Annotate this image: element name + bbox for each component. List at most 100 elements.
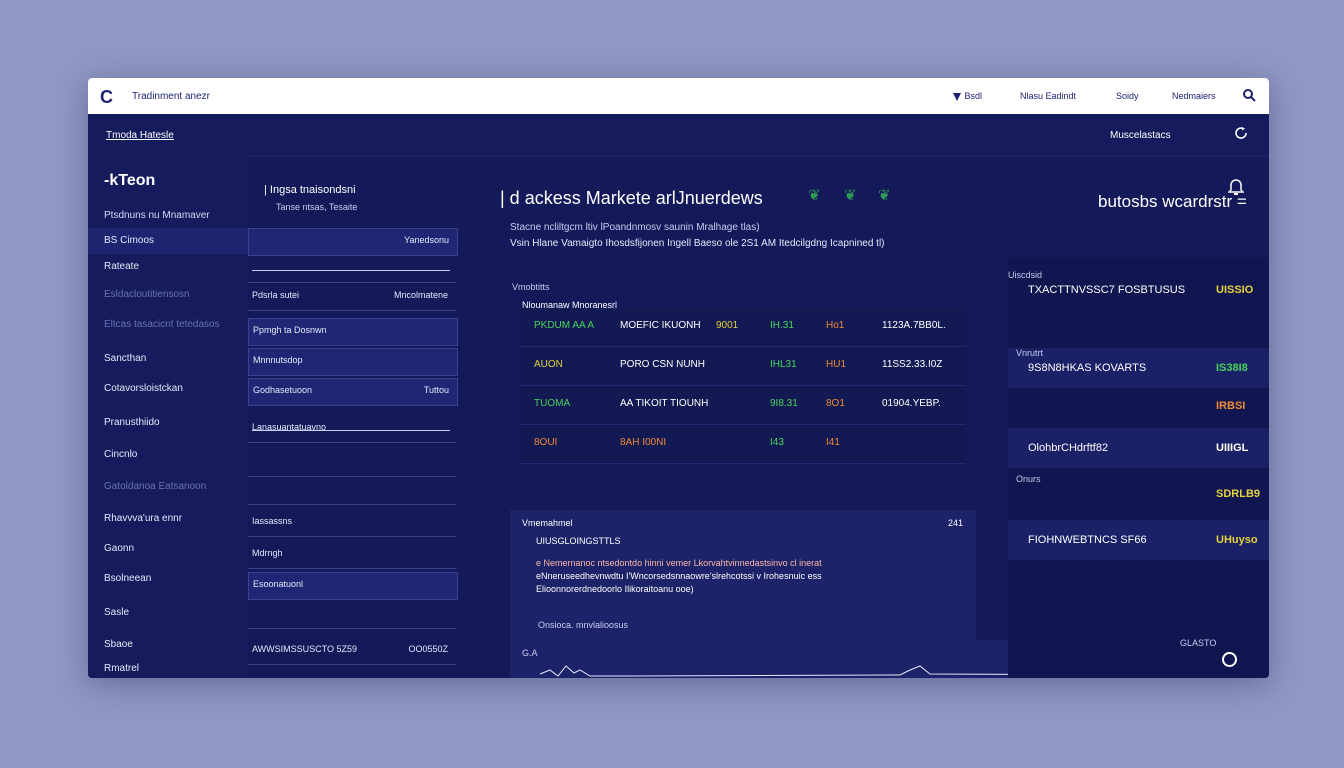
midcol-row[interactable]: Pdsrla sutei Mncolmatene <box>248 284 456 311</box>
sidebar-item[interactable]: Rmatrel <box>88 656 248 678</box>
nav-item-nlasu[interactable]: Nlasu Eadindt <box>1020 91 1076 101</box>
midcol-row[interactable]: Ppmgh ta Dosnwn <box>248 318 458 346</box>
midcol-row[interactable] <box>248 602 456 629</box>
search-icon[interactable] <box>1242 88 1256 102</box>
midcol-row[interactable]: Mnnnutsdop <box>248 348 458 376</box>
midcol-header: | Ingsa tnaisondsni <box>264 184 356 196</box>
leaf-icon: ❦ <box>844 187 857 204</box>
sidebar-item-label: Eltcas tasacicnt tetedasos <box>104 319 220 330</box>
right-row[interactable]: Vnrutrt 9S8N8HKAS KOVARTS IS38I8 <box>1008 348 1269 388</box>
midcol-subheader: Tanse ntsas, Tesaite <box>276 202 358 212</box>
right-row[interactable]: OlohbrCHdrftf82 UIIIGL <box>1008 428 1269 468</box>
brand-subtitle: Ptsdnuns nu Mnamaver <box>104 210 210 221</box>
midcol-row-label: Pdsrla sutei <box>252 290 300 300</box>
right-row-label: FIOHNWEBTNCS SF66 <box>1028 534 1147 546</box>
table-cell: I43 <box>770 437 784 448</box>
sidebar-item[interactable]: Rateate <box>88 254 248 280</box>
midcol-row-value: Tuttou <box>423 385 449 395</box>
leaf-icon: ❦ <box>808 187 821 204</box>
sidebar-item-label: Sasle <box>104 607 130 618</box>
bell-icon[interactable] <box>1228 178 1244 196</box>
table-cell: I41 <box>826 437 840 448</box>
sidebar-item[interactable]: Gatoldanoa Eatsanoon <box>88 474 248 500</box>
refresh-icon[interactable] <box>1234 126 1248 140</box>
logo-icon[interactable]: C <box>100 87 113 108</box>
right-row[interactable]: Onurs SDRLB9 <box>1008 474 1269 514</box>
midcol-row[interactable]: Iassassns <box>248 510 456 537</box>
account-menu[interactable]: Muscelastacs <box>1110 130 1171 141</box>
right-row-value: UHuyso <box>1216 534 1258 546</box>
midcol-row[interactable]: Mdrngh <box>248 542 456 569</box>
sidebar-item-label: Bsolneean <box>104 573 152 584</box>
right-row-label: OlohbrCHdrftf82 <box>1028 442 1109 454</box>
sidebar-item[interactable]: Cincnlo <box>88 442 248 468</box>
midcol-row-label: Ppmgh ta Dosnwn <box>253 325 327 335</box>
right-row-tag: Onurs <box>1016 474 1041 484</box>
midcol-row[interactable]: Esoonatuonl <box>248 572 458 600</box>
midcol-row-value: OO0550Z <box>408 644 448 654</box>
panel-footer: Onsioca. mnvlalioosus <box>538 620 629 630</box>
midcol-row[interactable] <box>248 450 456 477</box>
midcol-row[interactable] <box>248 256 456 283</box>
nav-item-soidy[interactable]: Soidy <box>1116 91 1139 101</box>
table-cell: 8OUI <box>534 437 558 448</box>
sidebar-item[interactable]: BS Cimoos <box>88 228 248 254</box>
midcol-row[interactable] <box>248 478 456 505</box>
table-cell: PORO CSN NUNH <box>620 359 706 370</box>
sidebar-item-label: Gatoldanoa Eatsanoon <box>104 481 207 492</box>
right-row-value: UIIIGL <box>1216 442 1249 454</box>
sidebar-item[interactable]: Eltcas tasacicnt tetedasos <box>88 312 248 338</box>
sidebar-item[interactable]: Pranusthiido <box>88 410 248 436</box>
message-panel: Vmemahmel 241 UIUSGLOINGSTTLS e Nemernan… <box>510 510 976 640</box>
sidebar-item[interactable]: Sasle <box>88 600 248 626</box>
right-row-label: TXACTTNVSSC7 FOSBTUSUS <box>1028 284 1186 296</box>
sidebar-item[interactable]: Bsolneean <box>88 566 248 592</box>
midcol-row-value: Yanedsonu <box>404 235 449 245</box>
midcol-row-label: Mdrngh <box>252 548 283 558</box>
table-cell: HU1 <box>826 359 847 370</box>
midcol-row-label: Iassassns <box>252 516 293 526</box>
midcol-row[interactable]: AWWSIMSSUSCTO 5Z59 OO0550Z <box>248 638 456 665</box>
midcol-row-label: Godhasetuoon <box>253 385 313 395</box>
right-row-label: 9S8N8HKAS KOVARTS <box>1028 362 1147 374</box>
breadcrumb[interactable]: Tmoda Hatesle <box>106 130 174 141</box>
midcol-row-line <box>252 270 450 271</box>
nav-item-nedmaiers[interactable]: Nedmaiers <box>1172 91 1216 101</box>
sidebar-item[interactable]: Sancthan <box>88 346 248 372</box>
table-row[interactable]: PKDUM AA A MOEFIC IKUONH 9001 IH.31 Ho1 1123A… <box>520 308 966 347</box>
sidebar-item-label: Gaonn <box>104 543 135 554</box>
sidebar-item-label: Sancthan <box>104 353 147 364</box>
sidebar-item[interactable]: Cotavorsloistckan <box>88 376 248 402</box>
right-row[interactable]: FIOHNWEBTNCS SF66 UHuyso <box>1008 520 1269 560</box>
midcol-row-label: AWWSIMSSUSCTO 5Z59 <box>252 644 358 654</box>
midcol-row-value: Mncolmatene <box>393 290 448 300</box>
midcol-row[interactable]: Godhasetuoon Tuttou <box>248 378 458 406</box>
main-description-2: Vsin Hlane Vamaigto Ihosdsfijonen Ingell… <box>510 238 885 249</box>
sidebar-item-label: Cotavorsloistckan <box>104 383 183 394</box>
leaf-icon: ❦ <box>878 187 891 204</box>
sidebar-item[interactable]: Rhavvva'ura ennr <box>88 506 248 532</box>
midcol-row[interactable]: Yanedsonu <box>248 228 458 256</box>
sidebar-item[interactable]: Sbaoe <box>88 632 248 658</box>
panel-line: eNneruseedhevnwdtu I'Wncorsedsnnaowre'sl… <box>536 571 822 581</box>
table-row[interactable]: TUOMA AA TIKOIT TIOUNH 9I8.31 8O1 01904.YEBP… <box>520 386 966 425</box>
table-cell: 8AH I00NI <box>620 437 667 448</box>
brand-name[interactable]: -kTeon <box>104 172 155 190</box>
right-footer: GLASTO <box>1180 638 1217 648</box>
nav-item-bsdl[interactable]: Bsdl <box>952 91 982 102</box>
clock-icon[interactable] <box>1222 652 1237 667</box>
right-row-value: SDRLB9 <box>1216 488 1261 500</box>
sidebar-item-label: Esldacloutitiensosn <box>104 289 190 300</box>
table-row[interactable]: 8OUI 8AH I00NI I43 I41 <box>520 425 966 464</box>
top-bar: C Tradinment anezr Bsdl Nlasu Eadindt So… <box>88 78 1269 114</box>
right-row[interactable]: TXACTTNVSSC7 FOSBTUSUS UISSIO <box>1008 270 1269 310</box>
midcol-row[interactable]: Lanasuantatuavno <box>248 416 456 443</box>
table-row[interactable]: AUON PORO CSN NUNH IHL31 HU1 11SS2.33.I0Z <box>520 347 966 386</box>
right-row-tag: Vnrutrt <box>1016 348 1044 358</box>
sub-bar: Tmoda Hatesle Muscelastacs <box>88 114 1269 157</box>
right-row[interactable]: IRBSI <box>1008 386 1269 426</box>
sidebar-item[interactable]: Esldacloutitiensosn <box>88 282 248 308</box>
panel-line: e Nemernanoc ntsedontdo hinni vemer Lkor… <box>536 558 822 568</box>
panel-sub: UIUSGLOINGSTTLS <box>536 536 621 546</box>
sidebar-item[interactable]: Gaonn <box>88 536 248 562</box>
